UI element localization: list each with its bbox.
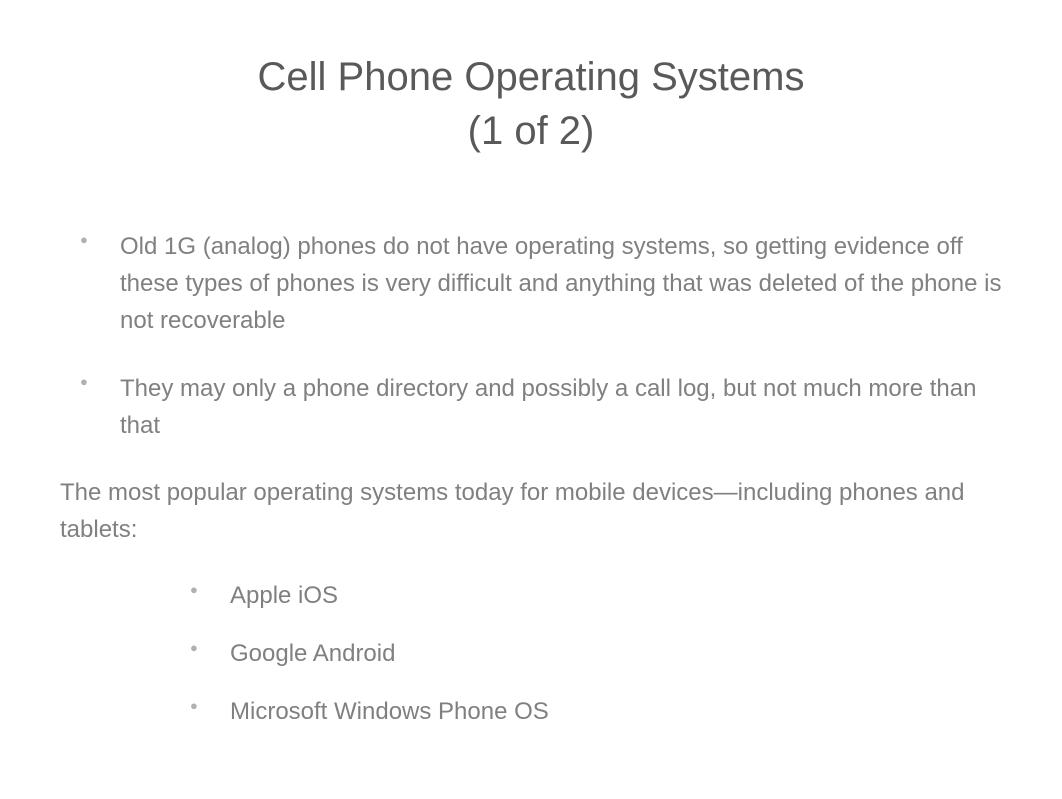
title-line-1: Cell Phone Operating Systems bbox=[258, 55, 805, 99]
sub-bullet-list: Apple iOS Google Android Microsoft Windo… bbox=[60, 578, 1002, 730]
list-item: They may only a phone directory and poss… bbox=[80, 370, 1002, 444]
title-line-2: (1 of 2) bbox=[468, 109, 595, 153]
list-item: Google Android bbox=[190, 636, 1002, 672]
slide-title: Cell Phone Operating Systems (1 of 2) bbox=[60, 50, 1002, 158]
list-item: Apple iOS bbox=[190, 578, 1002, 614]
main-bullet-list: Old 1G (analog) phones do not have opera… bbox=[60, 228, 1002, 444]
intro-paragraph: The most popular operating systems today… bbox=[60, 474, 1002, 548]
list-item: Old 1G (analog) phones do not have opera… bbox=[80, 228, 1002, 340]
list-item: Microsoft Windows Phone OS bbox=[190, 694, 1002, 730]
